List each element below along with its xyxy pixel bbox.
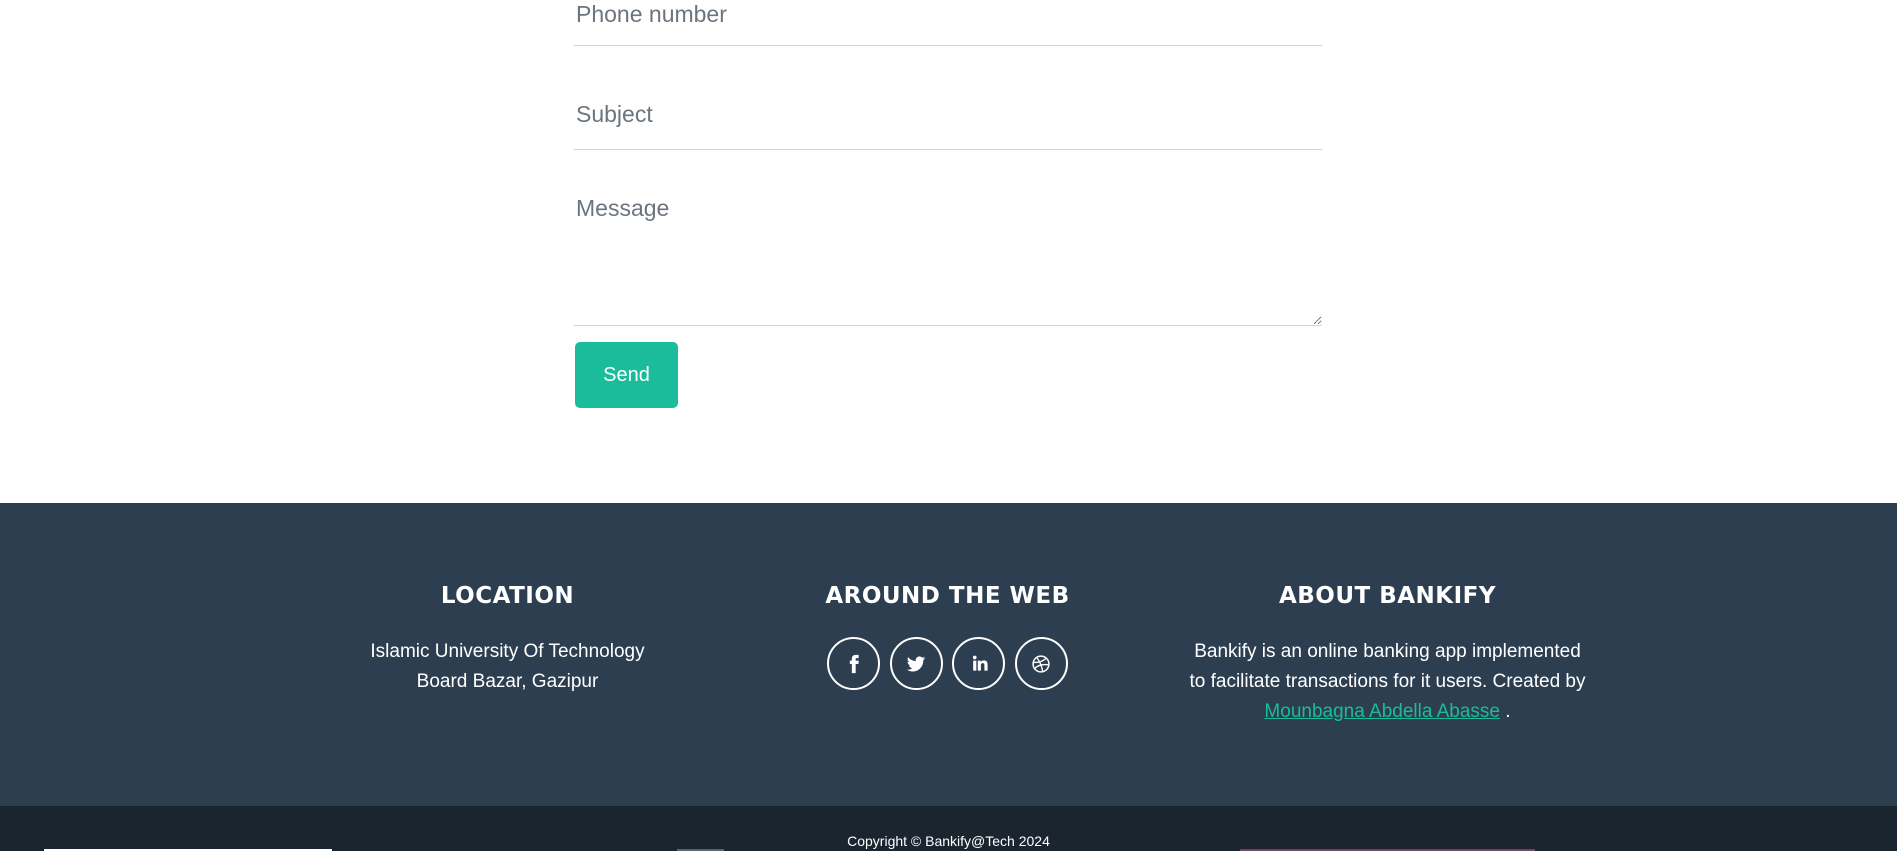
twitter-icon[interactable] [889, 637, 943, 690]
linkedin-icon[interactable] [952, 637, 1006, 690]
address-line-2: Board Bazar, Gazipur [416, 671, 599, 692]
social-links [827, 637, 1068, 691]
location-address: Islamic University Of Technology Board B… [300, 637, 715, 697]
message-textarea[interactable] [574, 185, 1322, 326]
facebook-icon[interactable] [827, 637, 880, 690]
around-the-web-title: AROUND THE WEB [825, 583, 1070, 609]
subject-input[interactable] [574, 80, 1322, 150]
author-link[interactable]: Mounbagna Abdella Abasse [1264, 701, 1500, 722]
about-line-1: Bankify is an online banking app impleme… [1194, 641, 1581, 662]
address-line-1: Islamic University Of Technology [370, 641, 645, 662]
location-title: LOCATION [440, 583, 575, 609]
copyright-text: Copyright © Bankify@Tech 2024 [847, 833, 1050, 849]
about-trailing-period: . [1500, 701, 1511, 722]
phone-input[interactable] [574, 0, 1322, 46]
about-title: ABOUT BANKIFY [1278, 583, 1497, 609]
about-line-2: to facilitate transactions for it users.… [1189, 671, 1586, 692]
copyright-bar: Copyright © Bankify@Tech 2024 [0, 806, 1897, 851]
dribbble-icon[interactable] [1014, 637, 1068, 690]
about-text: Bankify is an online banking app impleme… [1170, 637, 1605, 727]
footer: LOCATION Islamic University Of Technolog… [0, 503, 1897, 806]
send-button[interactable]: Send [575, 342, 678, 408]
